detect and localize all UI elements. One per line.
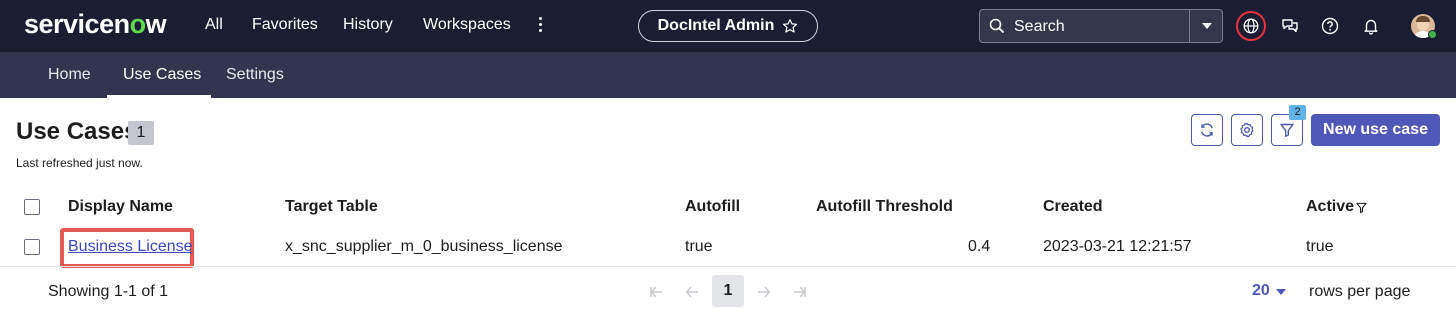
column-filter-icon[interactable] [1356,202,1367,213]
record-count-badge: 1 [128,121,154,145]
tab-home[interactable]: Home [48,66,91,84]
row-divider [0,266,1456,267]
globe-button[interactable] [1236,11,1266,41]
app-name: DocIntel Admin [657,17,775,34]
bell-icon[interactable] [1362,17,1380,35]
globe-icon [1243,18,1259,34]
cell-active: true [1306,238,1334,255]
page-title: Use Cases [16,118,138,145]
nav-favorites[interactable]: Favorites [252,16,318,34]
search-input[interactable]: Search [1014,18,1065,36]
cell-autofill: true [685,238,713,255]
column-header-display-name[interactable]: Display Name [68,198,173,216]
pagination-summary: Showing 1-1 of 1 [48,283,169,300]
star-icon[interactable] [782,18,798,34]
page-number-current[interactable]: 1 [712,275,744,307]
display-name-link[interactable]: Business License [68,238,193,256]
new-use-case-button[interactable]: New use case [1311,114,1440,146]
row-checkbox[interactable] [24,239,40,255]
chat-icon[interactable] [1281,17,1299,35]
nav-workspaces[interactable]: Workspaces [423,16,511,34]
last-page-icon[interactable] [792,284,808,300]
next-page-icon[interactable] [756,284,772,300]
column-header-autofill-threshold[interactable]: Autofill Threshold [816,198,953,216]
search-scope-dropdown[interactable] [1189,10,1223,42]
cell-autofill-threshold: 0.4 [968,238,991,255]
rows-per-page-select[interactable]: 20 [1252,282,1270,300]
tab-use-cases[interactable]: Use Cases [123,66,201,84]
gear-icon [1240,122,1254,138]
filter-icon [1280,123,1294,137]
select-all-checkbox[interactable] [24,199,40,215]
tab-settings[interactable]: Settings [226,66,284,84]
column-header-target-table[interactable]: Target Table [285,198,378,216]
help-icon[interactable] [1321,17,1339,35]
more-menu-icon[interactable] [534,14,546,38]
last-refreshed-text: Last refreshed just now. [16,156,143,170]
rows-per-page-label: rows per page [1309,283,1411,300]
workspace-tabs: Home Use Cases Settings [0,52,1456,98]
search-icon [989,18,1005,34]
filter-count-badge: 2 [1289,105,1306,120]
nav-history[interactable]: History [343,16,393,34]
first-page-icon[interactable] [648,284,664,300]
settings-button[interactable] [1231,114,1263,146]
chevron-down-icon[interactable] [1276,289,1286,295]
top-header: servicenow All Favorites History Workspa… [0,0,1456,52]
column-header-active[interactable]: Active [1306,198,1354,216]
column-header-created[interactable]: Created [1043,198,1103,216]
active-tab-indicator [107,95,211,98]
presence-status-dot [1428,30,1437,39]
refresh-button[interactable] [1191,114,1223,146]
app-name-pill[interactable]: DocIntel Admin [638,10,818,42]
global-search[interactable]: Search [979,9,1223,43]
cell-target-table: x_snc_supplier_m_0_business_license [285,238,563,255]
previous-page-icon[interactable] [684,284,700,300]
refresh-icon [1201,123,1213,137]
cell-created: 2023-03-21 12:21:57 [1043,238,1192,255]
column-header-autofill[interactable]: Autofill [685,198,740,216]
servicenow-logo[interactable]: servicenow [24,9,167,40]
nav-all[interactable]: All [205,16,223,34]
